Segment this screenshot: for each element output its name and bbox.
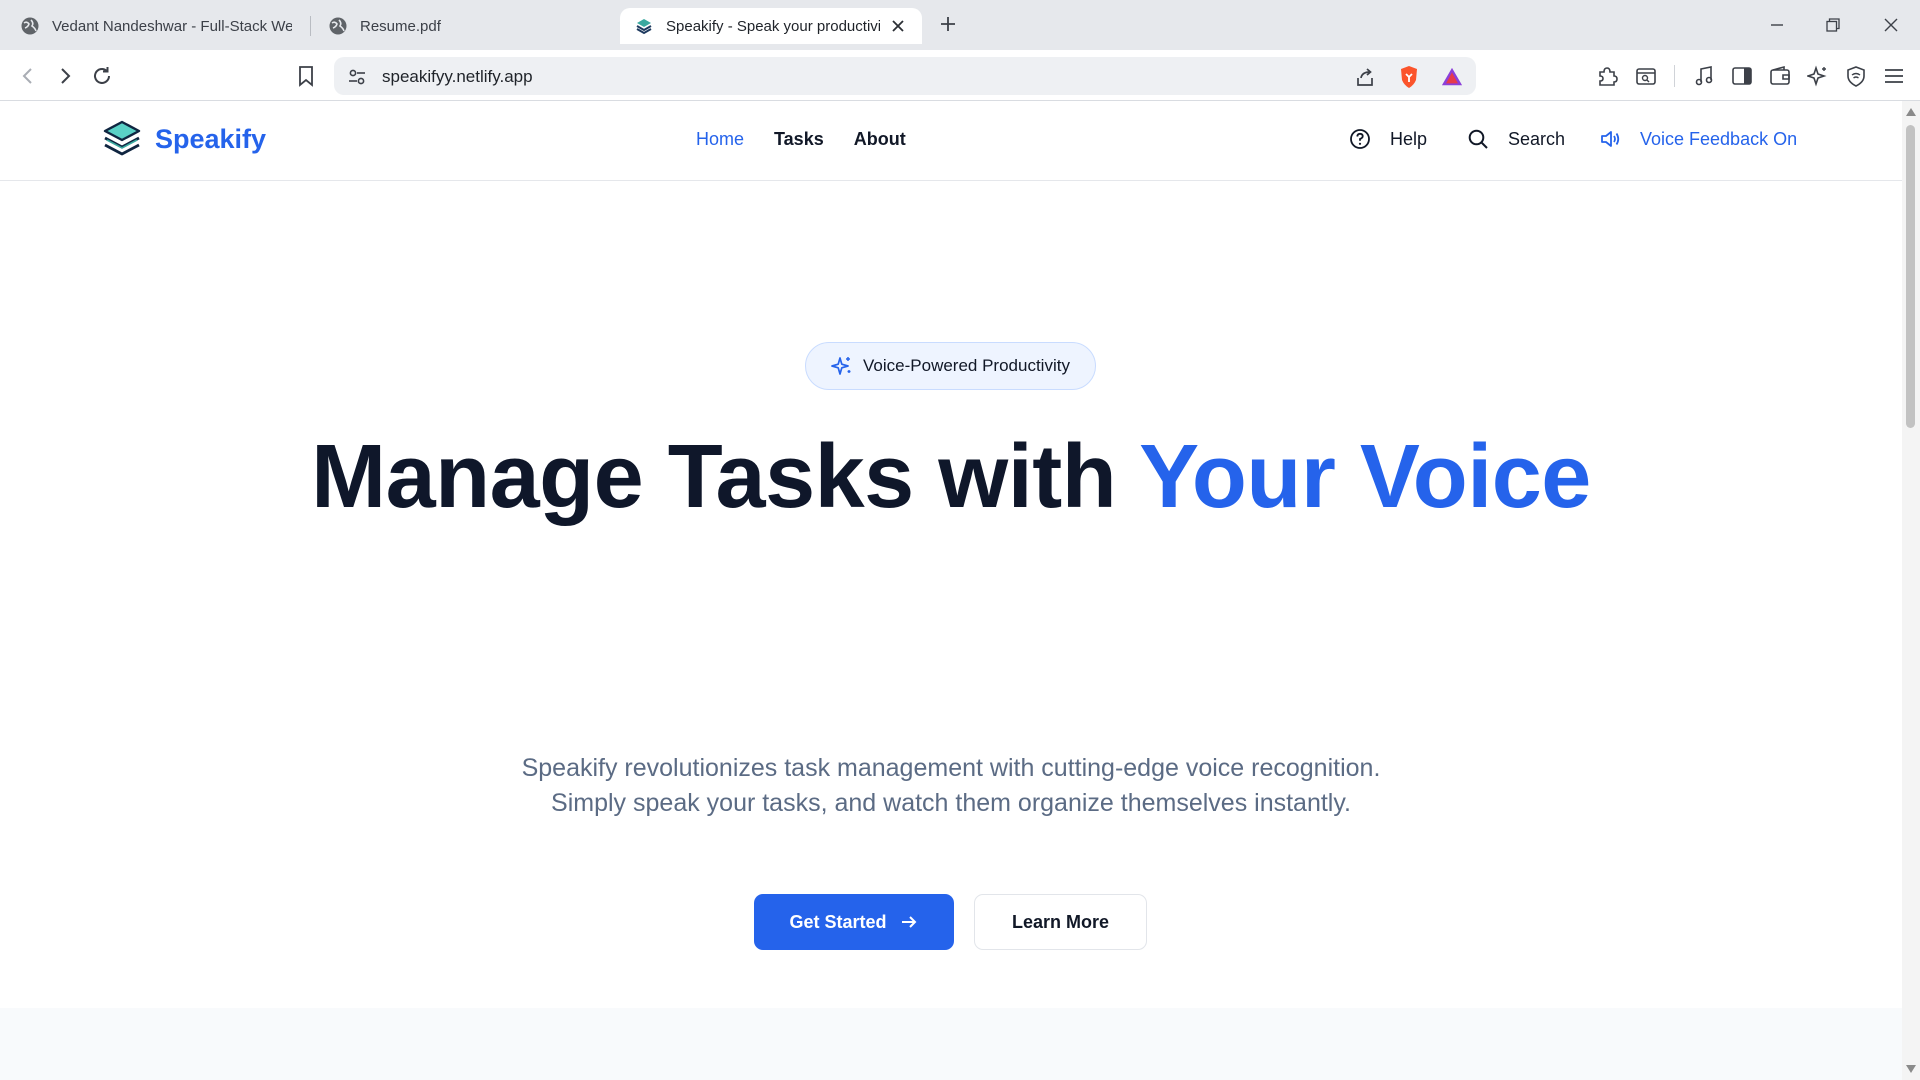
page-viewport: Speakify Home Tasks About Help Search Vo…: [0, 101, 1902, 1080]
speakify-favicon: [636, 19, 652, 35]
search-button[interactable]: Search: [1466, 127, 1565, 151]
brave-shields-icon[interactable]: [1398, 66, 1420, 88]
hero-headline-accent: Your Voice: [1139, 427, 1591, 527]
globe-icon: [329, 17, 347, 35]
tab-separator: [310, 16, 311, 36]
hero-badge-label: Voice-Powered Productivity: [863, 356, 1070, 375]
close-window-button[interactable]: [1876, 10, 1906, 40]
browser-tab-active[interactable]: Speakify - Speak your productivi: [620, 8, 922, 44]
globe-icon: [21, 17, 39, 35]
new-tab-button[interactable]: [936, 12, 960, 36]
forward-button[interactable]: [51, 62, 79, 90]
share-icon[interactable]: [1354, 66, 1376, 88]
hero-subtitle: Speakify revolutionizes task management …: [521, 754, 1381, 817]
address-bar[interactable]: speakifyy.netlify.app: [334, 57, 1476, 95]
brave-rewards-icon[interactable]: [1441, 66, 1463, 88]
nav-link-tasks[interactable]: Tasks: [774, 129, 824, 150]
help-label: Help: [1390, 128, 1428, 149]
help-button[interactable]: Help: [1348, 127, 1427, 151]
wallet-icon[interactable]: [1766, 62, 1794, 90]
brand[interactable]: Speakify: [102, 119, 266, 159]
search-icon: [1466, 127, 1490, 151]
minimize-button[interactable]: [1762, 10, 1792, 40]
tab-title: Speakify - Speak your productivi: [666, 17, 880, 35]
site-navbar: Speakify Home Tasks About Help Search Vo…: [0, 101, 1902, 181]
scrollbar-thumb[interactable]: [1906, 125, 1915, 428]
brand-name: Speakify: [155, 123, 267, 154]
learn-more-label: Learn More: [1011, 911, 1110, 932]
browser-tab[interactable]: Resume.pdf: [314, 8, 614, 44]
hero-badge: Voice-Powered Productivity: [805, 342, 1096, 390]
speaker-icon: [1598, 127, 1622, 151]
nav-link-home[interactable]: Home: [696, 129, 744, 150]
voice-feedback-toggle[interactable]: Voice Feedback On: [1598, 127, 1797, 151]
main-nav: Home Tasks About: [696, 129, 906, 150]
next-section-edge: [0, 1008, 1902, 1080]
page-scrollbar[interactable]: [1902, 101, 1920, 1080]
speakify-logo-icon: [103, 120, 141, 156]
close-tab-icon[interactable]: [888, 16, 908, 36]
browser-toolbar: speakifyy.netlify.app: [0, 50, 1920, 101]
browser-tab[interactable]: Vedant Nandeshwar - Full-Stack Web: [6, 8, 306, 44]
toolbar-separator: [1674, 65, 1675, 87]
reload-button[interactable]: [88, 62, 116, 90]
back-button[interactable]: [14, 62, 42, 90]
browser-tab-bar: Vedant Nandeshwar - Full-Stack Web Resum…: [0, 0, 1920, 50]
bookmark-icon[interactable]: [292, 62, 320, 90]
sidebar-icon[interactable]: [1728, 62, 1756, 90]
nav-link-about[interactable]: About: [854, 129, 906, 150]
site-settings-icon[interactable]: [346, 66, 368, 88]
hero-headline: Manage Tasks with Your Voice: [300, 431, 1602, 523]
hero-headline-main: Manage Tasks with: [311, 427, 1140, 527]
restore-button[interactable]: [1818, 10, 1848, 40]
tab-title: Resume.pdf: [360, 17, 441, 35]
extensions-icon[interactable]: [1593, 62, 1621, 90]
get-started-label: Get Started: [789, 911, 887, 932]
search-label: Search: [1508, 128, 1566, 149]
tab-title: Vedant Nandeshwar - Full-Stack Web: [52, 17, 292, 35]
url-text[interactable]: speakifyy.netlify.app: [382, 67, 533, 87]
leo-ai-icon[interactable]: [1804, 62, 1832, 90]
vpn-icon[interactable]: [1842, 62, 1870, 90]
sparkles-icon: [831, 357, 851, 375]
scroll-down-arrow-icon[interactable]: [1906, 1064, 1916, 1074]
arrow-right-icon: [901, 916, 916, 928]
scroll-up-arrow-icon[interactable]: [1906, 107, 1916, 117]
help-circle-icon: [1348, 127, 1372, 151]
learn-more-button[interactable]: Learn More: [974, 894, 1147, 950]
get-started-button[interactable]: Get Started: [754, 894, 954, 950]
menu-icon[interactable]: [1880, 62, 1908, 90]
media-icon[interactable]: [1690, 62, 1718, 90]
voice-feedback-label: Voice Feedback On: [1640, 128, 1798, 149]
reader-mode-icon[interactable]: [1632, 62, 1660, 90]
